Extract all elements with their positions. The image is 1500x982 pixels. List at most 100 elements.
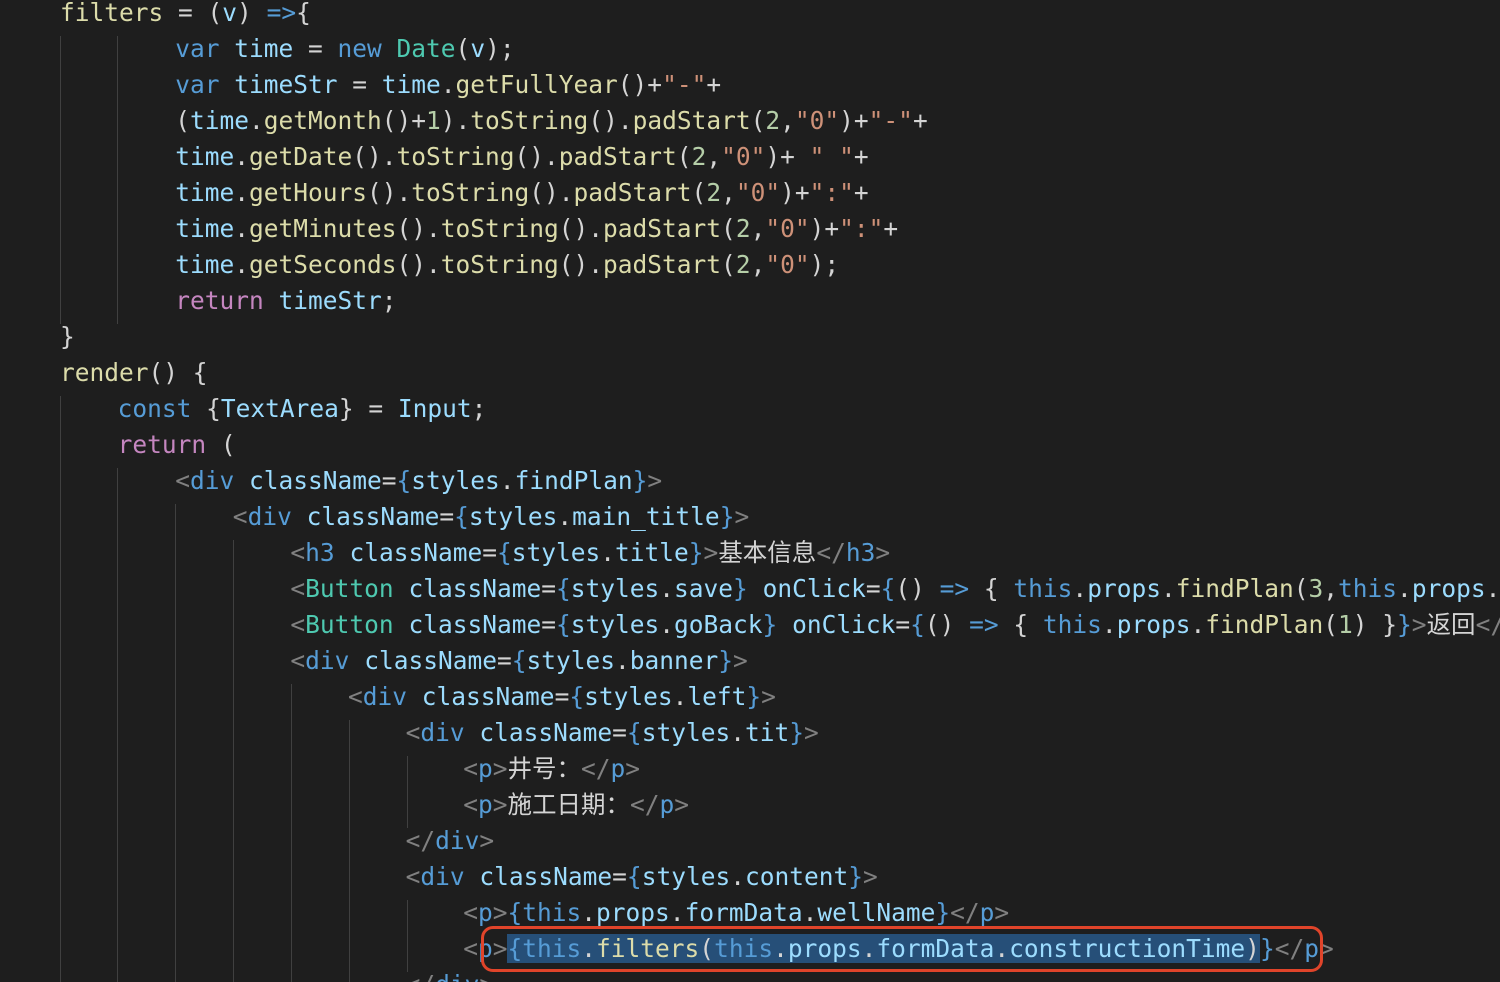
indent-guide [60, 396, 61, 982]
code-line[interactable]: </div> [406, 823, 495, 859]
code-token: = [541, 574, 556, 603]
code-line[interactable]: <h3 className={styles.title}>基本信息</h3> [290, 535, 890, 571]
code-token: = ( [163, 0, 223, 27]
code-line[interactable]: time.getDate().toString().padStart(2,"0"… [175, 139, 868, 175]
code-line[interactable]: <div className={styles.main_title}> [233, 499, 749, 535]
code-token: </ [580, 754, 611, 783]
code-token: v [470, 34, 486, 63]
code-token: ( [676, 142, 692, 171]
code-line[interactable]: <Button className={styles.goBack} onClic… [290, 607, 1500, 643]
code-line[interactable]: return ( [118, 427, 236, 463]
code-token: className [349, 538, 483, 567]
code-token: } [789, 718, 804, 747]
code-token: . [1485, 574, 1500, 603]
code-token: wellName [817, 898, 936, 927]
code-token: padStart [573, 178, 692, 207]
code-token: this [1013, 574, 1073, 603]
code-token: > [994, 898, 1010, 927]
code-token: getHours [248, 178, 367, 207]
code-token: p [659, 790, 675, 819]
code-line[interactable]: (time.getMonth()+1).toString().padStart(… [175, 103, 928, 139]
code-token: styles [641, 862, 731, 891]
code-token: > [647, 466, 663, 495]
code-token: = [482, 538, 497, 567]
code-token: "-" [868, 106, 913, 135]
code-token: = [541, 610, 556, 639]
code-token: Button [305, 574, 394, 603]
code-token: . [659, 610, 675, 639]
code-line[interactable]: const {TextArea} = Input; [118, 391, 487, 427]
code-line[interactable]: <div className={styles.banner}> [290, 643, 747, 679]
code-line[interactable]: <div className={styles.tit}> [406, 715, 819, 751]
code-token: ; [381, 286, 397, 315]
code-line[interactable]: } [60, 319, 75, 355]
code-token: (). [588, 106, 633, 135]
code-token: return [175, 286, 264, 315]
code-token: = [381, 466, 397, 495]
code-token: className [479, 862, 613, 891]
code-token: p [610, 754, 626, 783]
code-token: 1 [1338, 610, 1353, 639]
code-line[interactable]: var timeStr = time.getFullYear()+"-"+ [175, 67, 721, 103]
code-token: new [337, 34, 382, 63]
indent-guide [407, 900, 408, 972]
code-token: ( [1293, 574, 1309, 603]
code-token: findPlan [1205, 610, 1324, 639]
code-token: 2 [735, 214, 751, 243]
indent-guide [60, 36, 61, 324]
code-line[interactable]: filters = (v) =>{ [60, 0, 311, 31]
code-token: > [733, 646, 748, 675]
code-token: (). [396, 250, 441, 279]
code-line[interactable]: <div className={styles.left}> [348, 679, 776, 715]
code-token: . [730, 718, 745, 747]
code-line[interactable]: var time = new Date(v); [175, 31, 514, 67]
code-line[interactable]: time.getMinutes().toString().padStart(2,… [175, 211, 898, 247]
code-token: (). [558, 214, 604, 243]
annotation-highlight-box [481, 926, 1323, 972]
code-token: toString [440, 214, 559, 243]
code-token: { [569, 682, 585, 711]
code-token: "0" [794, 106, 840, 135]
code-line[interactable]: <p>井号：</p> [463, 751, 640, 787]
code-token: getMinutes [248, 214, 397, 243]
code-line[interactable]: </div> [406, 967, 495, 982]
code-line[interactable]: time.getHours().toString().padStart(2,"0… [175, 175, 868, 211]
code-token: . [234, 214, 249, 243]
indent-guide [349, 720, 350, 982]
code-token: } [1397, 610, 1412, 639]
code-line[interactable]: render() { [60, 355, 208, 391]
code-token: 2 [735, 250, 751, 279]
code-token: time [175, 250, 235, 279]
code-token: ( [750, 106, 766, 135]
code-line[interactable]: return timeStr; [175, 283, 396, 319]
code-token: { [880, 574, 896, 603]
code-token: toString [470, 106, 589, 135]
code-token: p [477, 790, 493, 819]
code-line[interactable]: <div className={styles.content}> [406, 859, 878, 895]
code-token: = [612, 718, 627, 747]
code-line[interactable]: <p>施工日期：</p> [463, 787, 689, 823]
code-token: 返回 [1426, 610, 1476, 639]
code-editor[interactable]: filters = (v) =>{var time = new Date(v);… [0, 0, 1500, 982]
code-line[interactable]: <Button className={styles.save} onClick=… [290, 571, 1500, 607]
code-line[interactable]: time.getSeconds().toString().padStart(2,… [175, 247, 839, 283]
code-token: (). [366, 178, 412, 207]
code-token: ( [721, 214, 736, 243]
code-token: ) } [1352, 610, 1398, 639]
code-token: ( [691, 178, 707, 207]
code-line[interactable]: <div className={styles.findPlan}> [175, 463, 662, 499]
code-token: " " [809, 142, 854, 171]
code-token: } [60, 322, 75, 351]
code-token: styles [411, 466, 500, 495]
code-token: formData [684, 898, 803, 927]
code-token: , [750, 214, 766, 243]
code-token: < [463, 754, 478, 783]
code-token: = [496, 646, 512, 675]
